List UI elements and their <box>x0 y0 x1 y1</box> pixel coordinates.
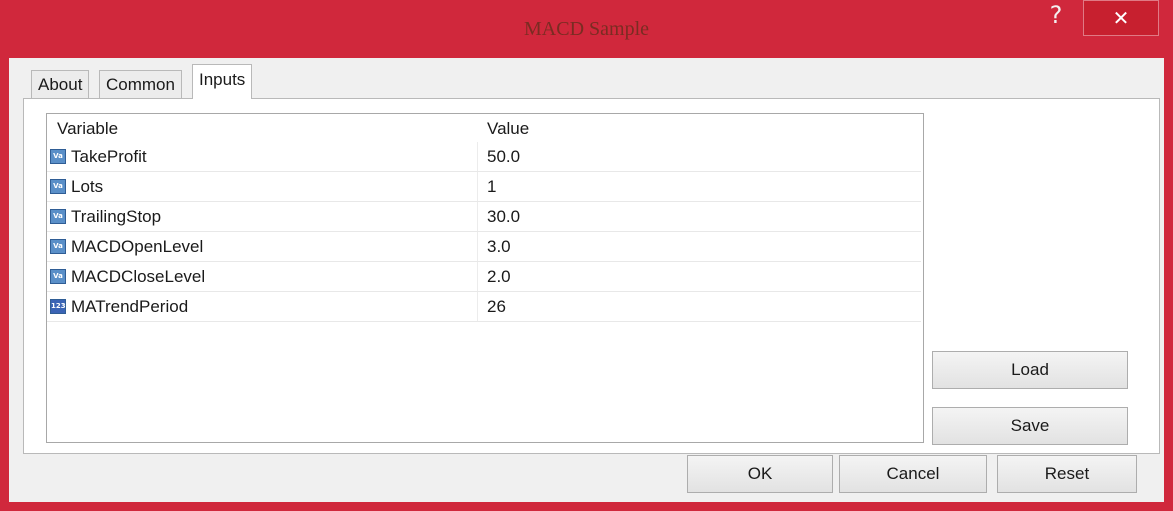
table-row[interactable]: Va Lots 1 <box>47 172 921 202</box>
variable-name: TrailingStop <box>71 207 162 226</box>
dialog-window: MACD Sample ? ✕ About Common Inputs Vari… <box>0 0 1173 511</box>
double-var-icon: Va <box>50 149 66 164</box>
variable-value[interactable]: 50.0 <box>487 147 520 167</box>
inputs-table[interactable]: Variable Value Va TakeProfit 50.0 Va Lot… <box>46 113 924 443</box>
dialog-client-area: About Common Inputs Variable Value Va Ta… <box>9 58 1164 502</box>
variable-value[interactable]: 1 <box>487 177 496 197</box>
double-var-icon: Va <box>50 209 66 224</box>
column-header-variable[interactable]: Variable <box>57 119 118 139</box>
double-var-icon: Va <box>50 179 66 194</box>
table-row[interactable]: Va TakeProfit 50.0 <box>47 142 921 172</box>
tab-common[interactable]: Common <box>99 70 182 98</box>
title-bar[interactable]: MACD Sample ? ✕ <box>0 0 1173 60</box>
column-divider <box>477 232 478 261</box>
column-divider <box>477 262 478 291</box>
column-header-value[interactable]: Value <box>487 119 529 139</box>
close-button[interactable]: ✕ <box>1083 0 1159 36</box>
table-row[interactable]: 123 MATrendPeriod 26 <box>47 292 921 322</box>
table-header: Variable Value <box>47 114 923 142</box>
variable-name: MATrendPeriod <box>71 297 189 316</box>
column-divider <box>477 292 478 321</box>
variable-name: MACDCloseLevel <box>71 267 206 286</box>
table-row[interactable]: Va TrailingStop 30.0 <box>47 202 921 232</box>
load-button[interactable]: Load <box>932 351 1128 389</box>
table-row[interactable]: Va MACDOpenLevel 3.0 <box>47 232 921 262</box>
double-var-icon: Va <box>50 239 66 254</box>
column-divider <box>477 142 478 171</box>
variable-value[interactable]: 2.0 <box>487 267 511 287</box>
variable-name: Lots <box>71 177 104 196</box>
column-divider <box>477 202 478 231</box>
help-button[interactable]: ? <box>1036 0 1076 30</box>
variable-value[interactable]: 3.0 <box>487 237 511 257</box>
variable-name: TakeProfit <box>71 147 147 166</box>
variable-name: MACDOpenLevel <box>71 237 204 256</box>
column-divider <box>477 172 478 201</box>
reset-button[interactable]: Reset <box>997 455 1137 493</box>
tab-inputs[interactable]: Inputs <box>192 64 253 99</box>
window-title: MACD Sample <box>524 18 649 40</box>
double-var-icon: Va <box>50 269 66 284</box>
ok-button[interactable]: OK <box>687 455 833 493</box>
table-row[interactable]: Va MACDCloseLevel 2.0 <box>47 262 921 292</box>
close-icon: ✕ <box>1112 6 1130 30</box>
tab-about[interactable]: About <box>31 70 90 98</box>
variable-value[interactable]: 30.0 <box>487 207 520 227</box>
save-button[interactable]: Save <box>932 407 1128 445</box>
inputs-tab-panel: Variable Value Va TakeProfit 50.0 Va Lot… <box>23 98 1160 454</box>
cancel-button[interactable]: Cancel <box>839 455 987 493</box>
variable-value[interactable]: 26 <box>487 297 506 317</box>
integer-var-icon: 123 <box>50 299 66 314</box>
